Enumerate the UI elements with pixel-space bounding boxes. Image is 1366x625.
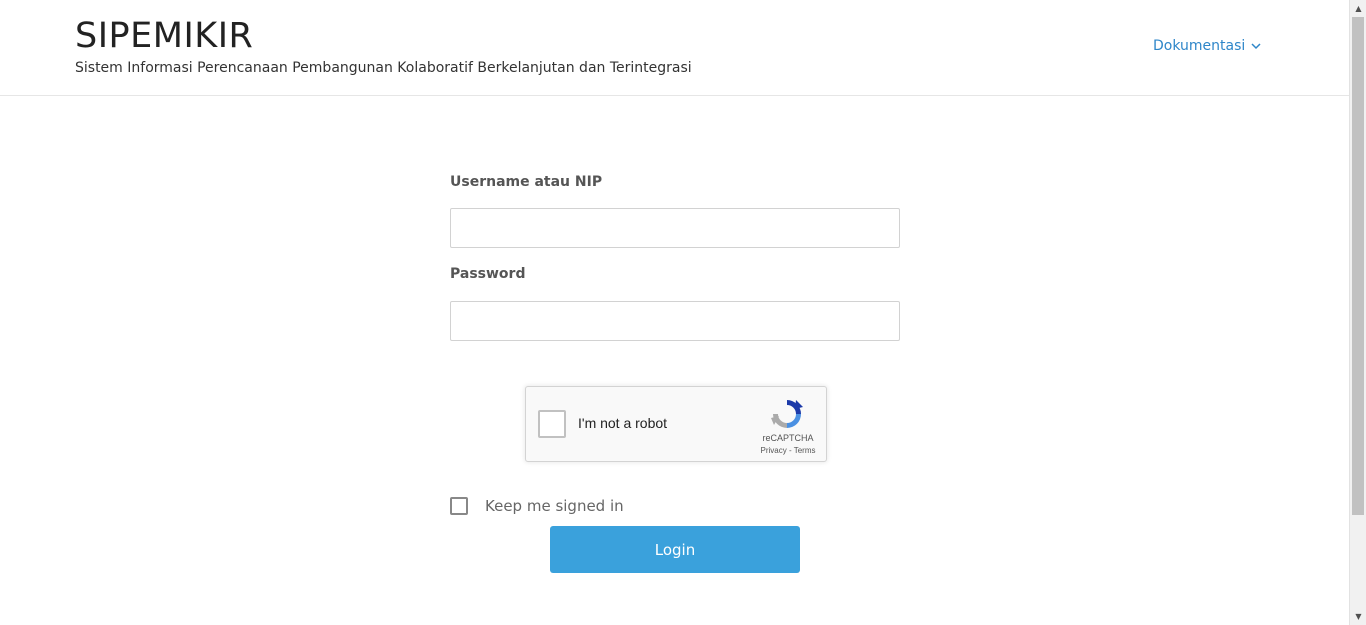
site-subtitle: Sistem Informasi Perencanaan Pembangunan… <box>75 60 692 76</box>
site-title[interactable]: SIPEMIKIR <box>75 16 253 56</box>
nav-dokumentasi-label: Dokumentasi <box>1153 38 1246 54</box>
keep-signed-in-checkbox[interactable] <box>450 497 468 515</box>
nav-dokumentasi[interactable]: Dokumentasi <box>1153 38 1261 54</box>
scroll-up-arrow-icon[interactable]: ▲ <box>1350 0 1366 17</box>
keep-signed-in-label[interactable]: Keep me signed in <box>485 497 624 515</box>
recaptcha-label: I'm not a robot <box>578 415 668 431</box>
scrollbar-thumb[interactable] <box>1352 17 1364 515</box>
username-label: Username atau NIP <box>450 174 603 190</box>
password-label: Password <box>450 266 526 282</box>
keep-signed-in[interactable]: Keep me signed in <box>450 497 624 515</box>
recaptcha-widget: I'm not a robot reCAPTCHA Privacy - Term… <box>525 386 827 462</box>
recaptcha-links[interactable]: Privacy - Terms <box>748 446 828 455</box>
password-input[interactable] <box>450 301 900 341</box>
vertical-scrollbar[interactable]: ▲ ▼ <box>1349 0 1366 625</box>
login-page: SIPEMIKIR Sistem Informasi Perencanaan P… <box>0 0 1366 625</box>
chevron-down-icon <box>1251 42 1261 53</box>
site-header: SIPEMIKIR Sistem Informasi Perencanaan P… <box>0 0 1349 96</box>
username-input[interactable] <box>450 208 900 248</box>
recaptcha-checkbox[interactable] <box>538 410 566 438</box>
scroll-down-arrow-icon[interactable]: ▼ <box>1350 608 1366 625</box>
recaptcha-logo-icon <box>770 397 804 431</box>
recaptcha-brand: reCAPTCHA <box>762 433 814 443</box>
login-button[interactable]: Login <box>550 526 800 573</box>
